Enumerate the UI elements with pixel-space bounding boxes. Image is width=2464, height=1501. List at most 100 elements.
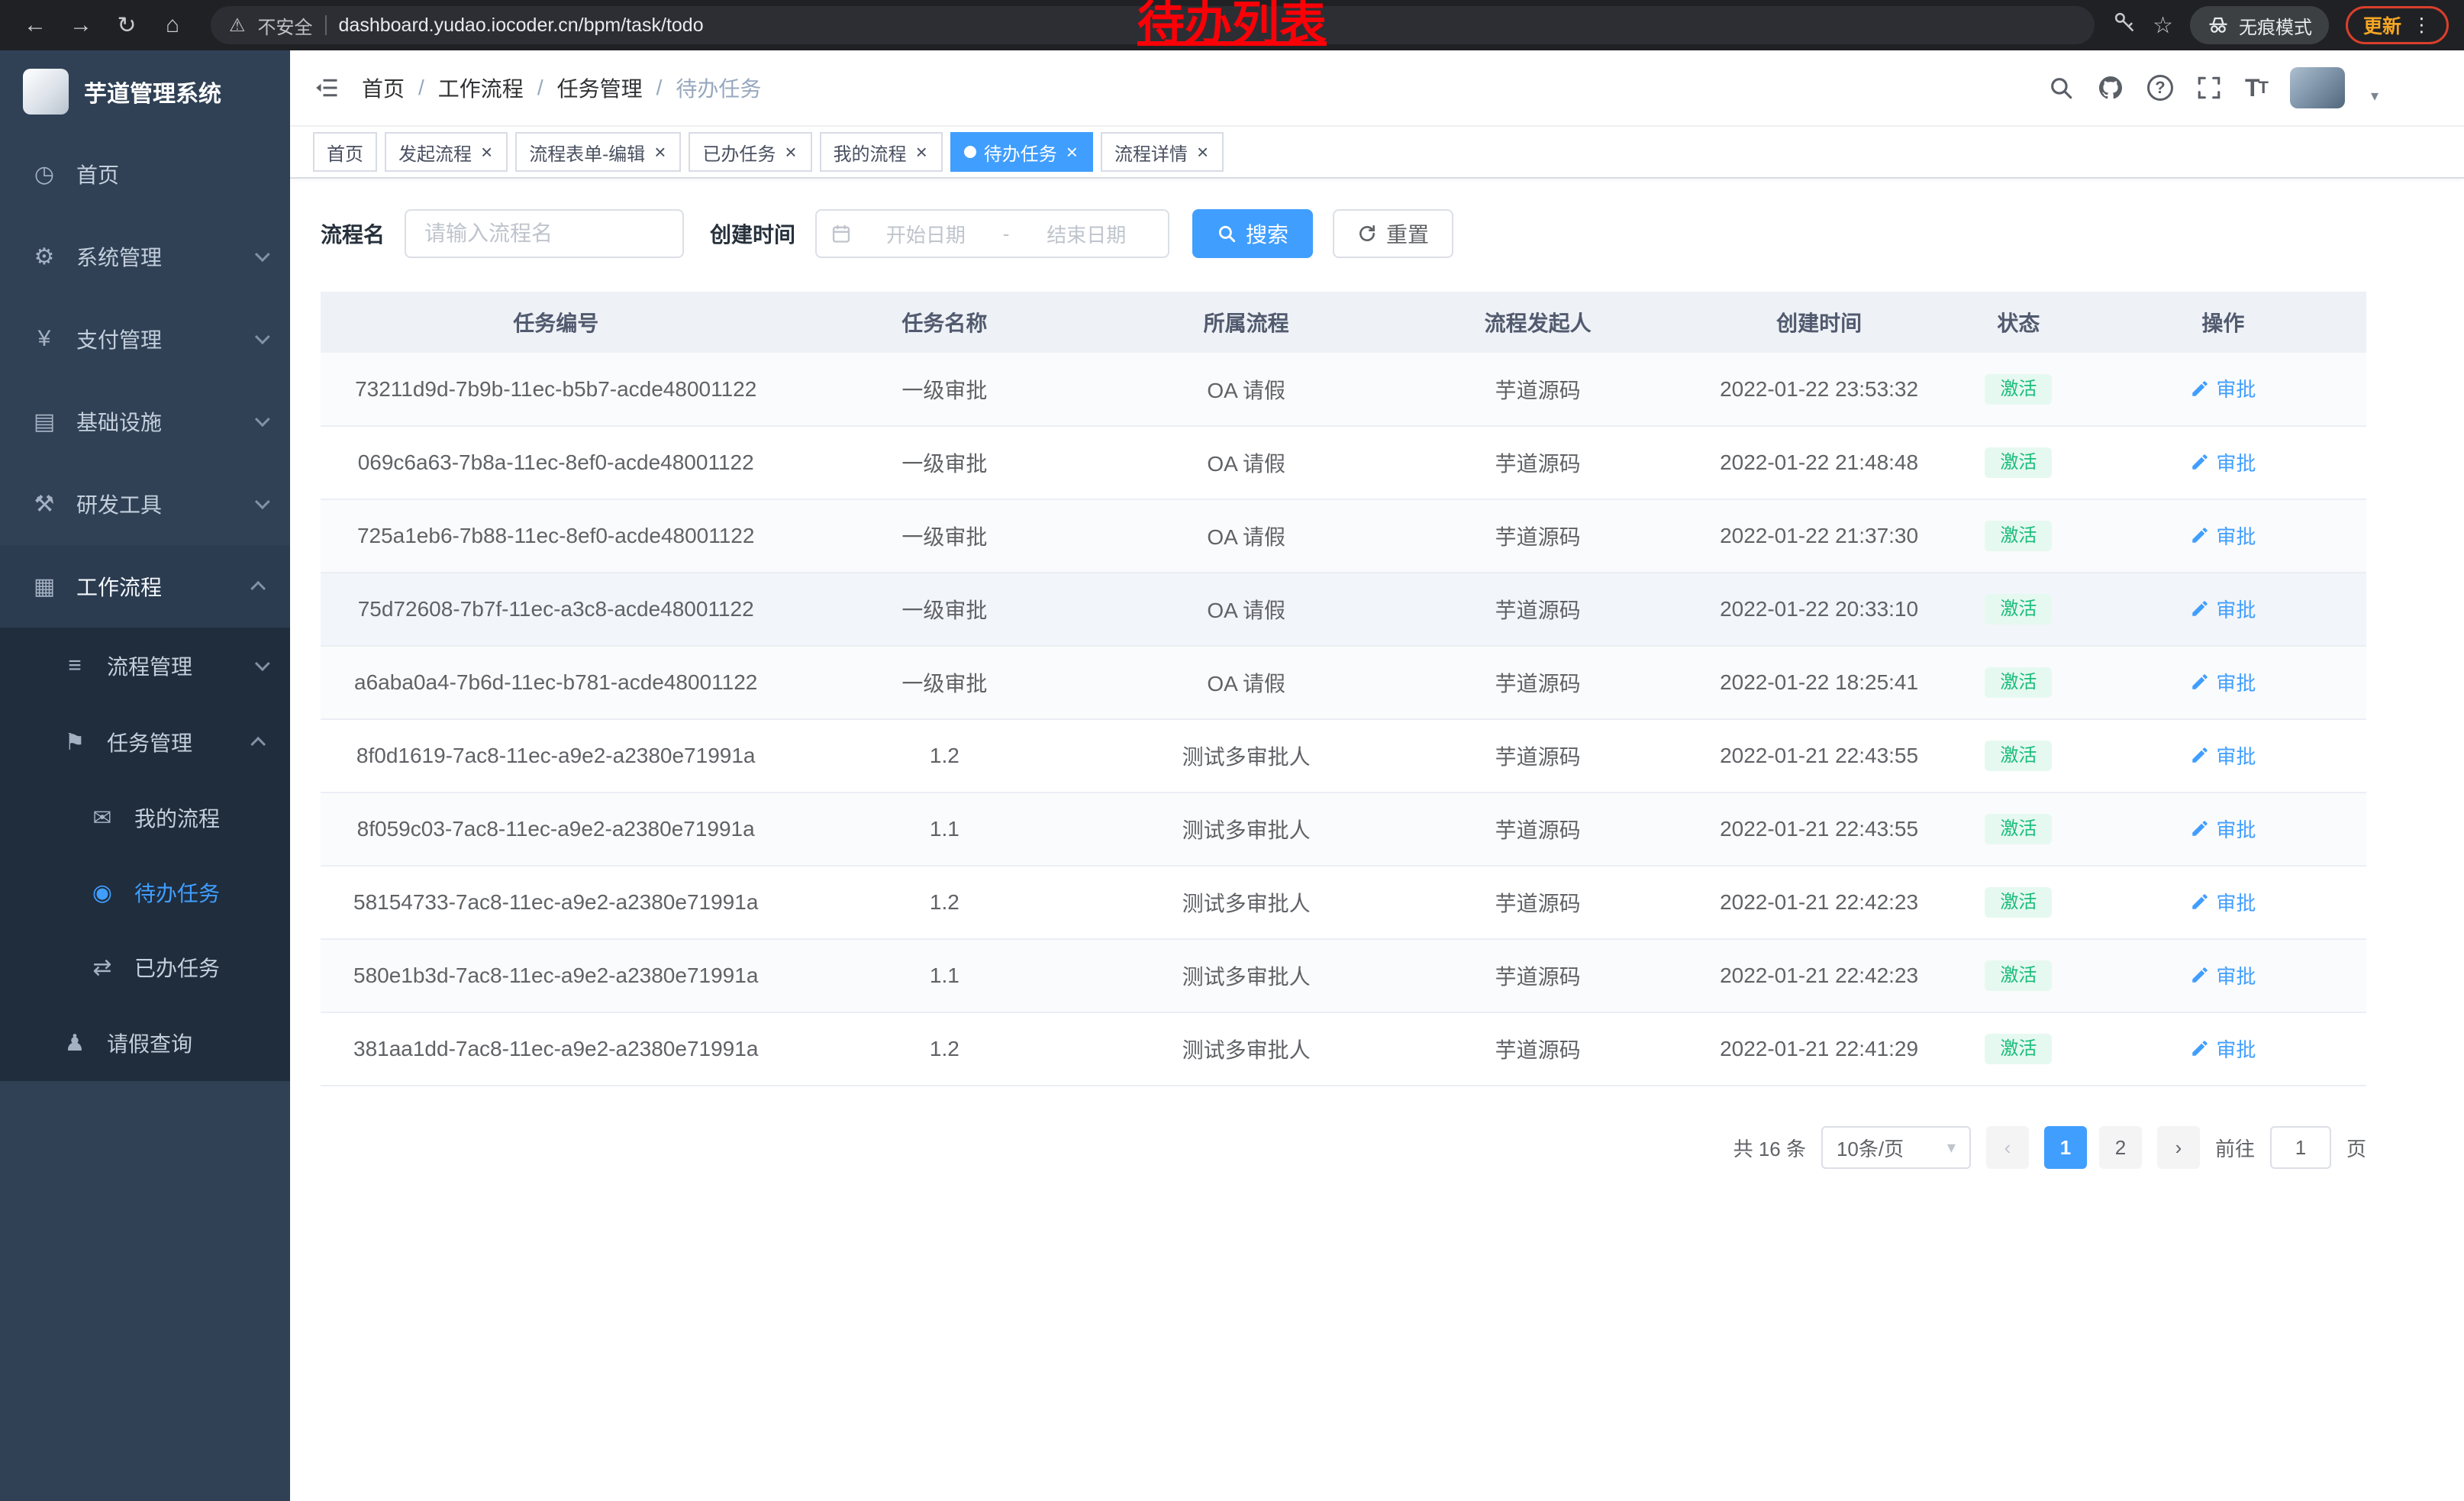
help-icon[interactable]: ? xyxy=(2147,75,2173,101)
user-avatar[interactable] xyxy=(2290,67,2345,108)
page-size-select[interactable]: 10条/页 ▾ xyxy=(1821,1126,1971,1169)
tab[interactable]: 已办任务 × xyxy=(689,132,811,172)
avatar-caret-icon[interactable]: ▾ xyxy=(2371,86,2379,108)
page-number-button[interactable]: 2 xyxy=(2099,1126,2142,1169)
search-button[interactable]: 搜索 xyxy=(1192,209,1313,258)
tab-close-icon[interactable]: × xyxy=(653,142,667,162)
browser-menu-icon[interactable]: ⋮ xyxy=(2412,14,2431,37)
process-name-input[interactable] xyxy=(405,209,684,258)
edit-pencil-icon xyxy=(2190,892,2210,912)
incognito-badge: 无痕模式 xyxy=(2190,6,2329,44)
breadcrumb-workflow[interactable]: 工作流程 xyxy=(438,73,524,103)
cell-task-name: 一级审批 xyxy=(791,573,1098,646)
approve-link[interactable]: 审批 xyxy=(2190,815,2256,843)
breadcrumb: 首页 / 工作流程 / 任务管理 / 待办任务 xyxy=(362,73,761,103)
table-row: 8f0d1619-7ac8-11ec-a9e2-a2380e71991a 1.2… xyxy=(321,719,2366,792)
prev-page-button[interactable]: ‹ xyxy=(1986,1126,2029,1169)
sidebar-item-system[interactable]: ⚙ 系统管理 xyxy=(0,215,290,298)
forward-icon[interactable]: → xyxy=(61,5,101,45)
approve-link[interactable]: 审批 xyxy=(2190,888,2256,916)
sidebar-item-todo-task[interactable]: ◉ 待办任务 xyxy=(0,855,290,930)
back-icon[interactable]: ← xyxy=(15,5,55,45)
sidebar-item-devtools[interactable]: ⚒ 研发工具 xyxy=(0,463,290,545)
cell-starter: 芋道源码 xyxy=(1395,1012,1681,1086)
sidebar-item-done-task[interactable]: ⇄ 已办任务 xyxy=(0,930,290,1005)
date-range-picker[interactable]: 开始日期 - 结束日期 xyxy=(815,209,1169,258)
cell-create-time: 2022-01-22 21:48:48 xyxy=(1681,426,1957,499)
approve-link[interactable]: 审批 xyxy=(2190,374,2256,402)
table-row: 58154733-7ac8-11ec-a9e2-a2380e71991a 1.2… xyxy=(321,866,2366,939)
sidebar-item-process-management[interactable]: ≡ 流程管理 xyxy=(0,628,290,704)
incognito-label: 无痕模式 xyxy=(2239,12,2312,39)
update-label: 更新 xyxy=(2363,11,2401,39)
sidebar-item-infrastructure[interactable]: ▤ 基础设施 xyxy=(0,380,290,463)
cell-task-id: 75d72608-7b7f-11ec-a3c8-acde48001122 xyxy=(321,573,791,646)
approve-link[interactable]: 审批 xyxy=(2190,741,2256,770)
edit-pencil-icon xyxy=(2190,818,2210,838)
tab-close-icon[interactable]: × xyxy=(783,142,798,162)
edit-pencil-icon xyxy=(2190,1038,2210,1058)
status-badge: 激活 xyxy=(1985,741,2052,771)
tab-close-icon[interactable]: × xyxy=(1195,142,1210,162)
tab[interactable]: 流程表单-编辑 × xyxy=(515,132,681,172)
approve-link[interactable]: 审批 xyxy=(2190,521,2256,550)
cell-process: OA 请假 xyxy=(1098,573,1395,646)
tab[interactable]: 发起流程 × xyxy=(385,132,508,172)
tab[interactable]: 流程详情 × xyxy=(1101,132,1224,172)
reset-button[interactable]: 重置 xyxy=(1333,209,1453,258)
fullscreen-icon[interactable] xyxy=(2196,75,2222,101)
bookmark-star-icon[interactable]: ☆ xyxy=(2153,12,2173,39)
cell-starter: 芋道源码 xyxy=(1395,426,1681,499)
tab-close-icon[interactable]: × xyxy=(914,142,929,162)
approve-link[interactable]: 审批 xyxy=(2190,1035,2256,1063)
status-badge: 激活 xyxy=(1985,447,2052,478)
github-icon[interactable] xyxy=(2097,74,2124,102)
collapse-sidebar-icon[interactable] xyxy=(313,74,340,102)
cell-task-id: 8f059c03-7ac8-11ec-a9e2-a2380e71991a xyxy=(321,792,791,866)
sidebar-item-task-management[interactable]: ⚑ 任务管理 xyxy=(0,704,290,780)
reload-icon[interactable]: ↻ xyxy=(107,5,147,45)
home-icon[interactable]: ⌂ xyxy=(153,5,192,45)
tab-label: 流程表单-编辑 xyxy=(529,139,645,166)
tab[interactable]: 待办任务 × xyxy=(950,132,1093,172)
chevron-up-icon xyxy=(250,737,266,752)
sidebar-item-my-process[interactable]: ✉ 我的流程 xyxy=(0,780,290,855)
sidebar-item-workflow[interactable]: ▦ 工作流程 xyxy=(0,545,290,628)
tab-close-icon[interactable]: × xyxy=(479,142,494,162)
sidebar-logo[interactable]: 芋道管理系统 xyxy=(0,50,290,133)
tab-close-icon[interactable]: × xyxy=(1065,142,1079,162)
header-status: 状态 xyxy=(1957,292,2080,353)
sidebar-item-leave-query[interactable]: ♟ 请假查询 xyxy=(0,1005,290,1081)
key-icon[interactable] xyxy=(2113,11,2136,40)
cell-starter: 芋道源码 xyxy=(1395,792,1681,866)
approve-link[interactable]: 审批 xyxy=(2190,668,2256,696)
chat-icon: ✉ xyxy=(89,805,116,831)
breadcrumb-task-management[interactable]: 任务管理 xyxy=(557,73,643,103)
list-icon: ≡ xyxy=(61,653,89,679)
end-date-placeholder: 结束日期 xyxy=(1018,220,1154,248)
goto-page-input[interactable] xyxy=(2270,1126,2331,1169)
cell-task-name: 1.2 xyxy=(791,1012,1098,1086)
approve-link[interactable]: 审批 xyxy=(2190,961,2256,989)
sidebar-item-payment[interactable]: ¥ 支付管理 xyxy=(0,298,290,380)
cell-task-name: 一级审批 xyxy=(791,646,1098,719)
cell-create-time: 2022-01-21 22:41:29 xyxy=(1681,1012,1957,1086)
tab[interactable]: 我的流程 × xyxy=(820,132,943,172)
tab[interactable]: 首页 xyxy=(313,132,377,172)
page-number-button[interactable]: 1 xyxy=(2044,1126,2087,1169)
cell-task-name: 1.1 xyxy=(791,792,1098,866)
breadcrumb-home[interactable]: 首页 xyxy=(362,73,405,103)
cell-status: 激活 xyxy=(1957,646,2080,719)
cell-task-name: 1.2 xyxy=(791,866,1098,939)
sidebar-item-label: 研发工具 xyxy=(76,489,162,519)
update-button[interactable]: 更新 ⋮ xyxy=(2346,6,2449,44)
browser-chrome: ← → ↻ ⌂ ⚠ 不安全 dashboard.yudao.iocoder.cn… xyxy=(0,0,2464,50)
font-size-icon[interactable]: TT xyxy=(2245,74,2267,102)
logo-avatar xyxy=(23,69,69,115)
search-icon[interactable] xyxy=(2048,75,2074,101)
next-page-button[interactable]: › xyxy=(2157,1126,2200,1169)
approve-link[interactable]: 审批 xyxy=(2190,595,2256,623)
sidebar-item-home[interactable]: ◷ 首页 xyxy=(0,133,290,215)
approve-link[interactable]: 审批 xyxy=(2190,448,2256,476)
cell-action: 审批 xyxy=(2080,499,2366,573)
